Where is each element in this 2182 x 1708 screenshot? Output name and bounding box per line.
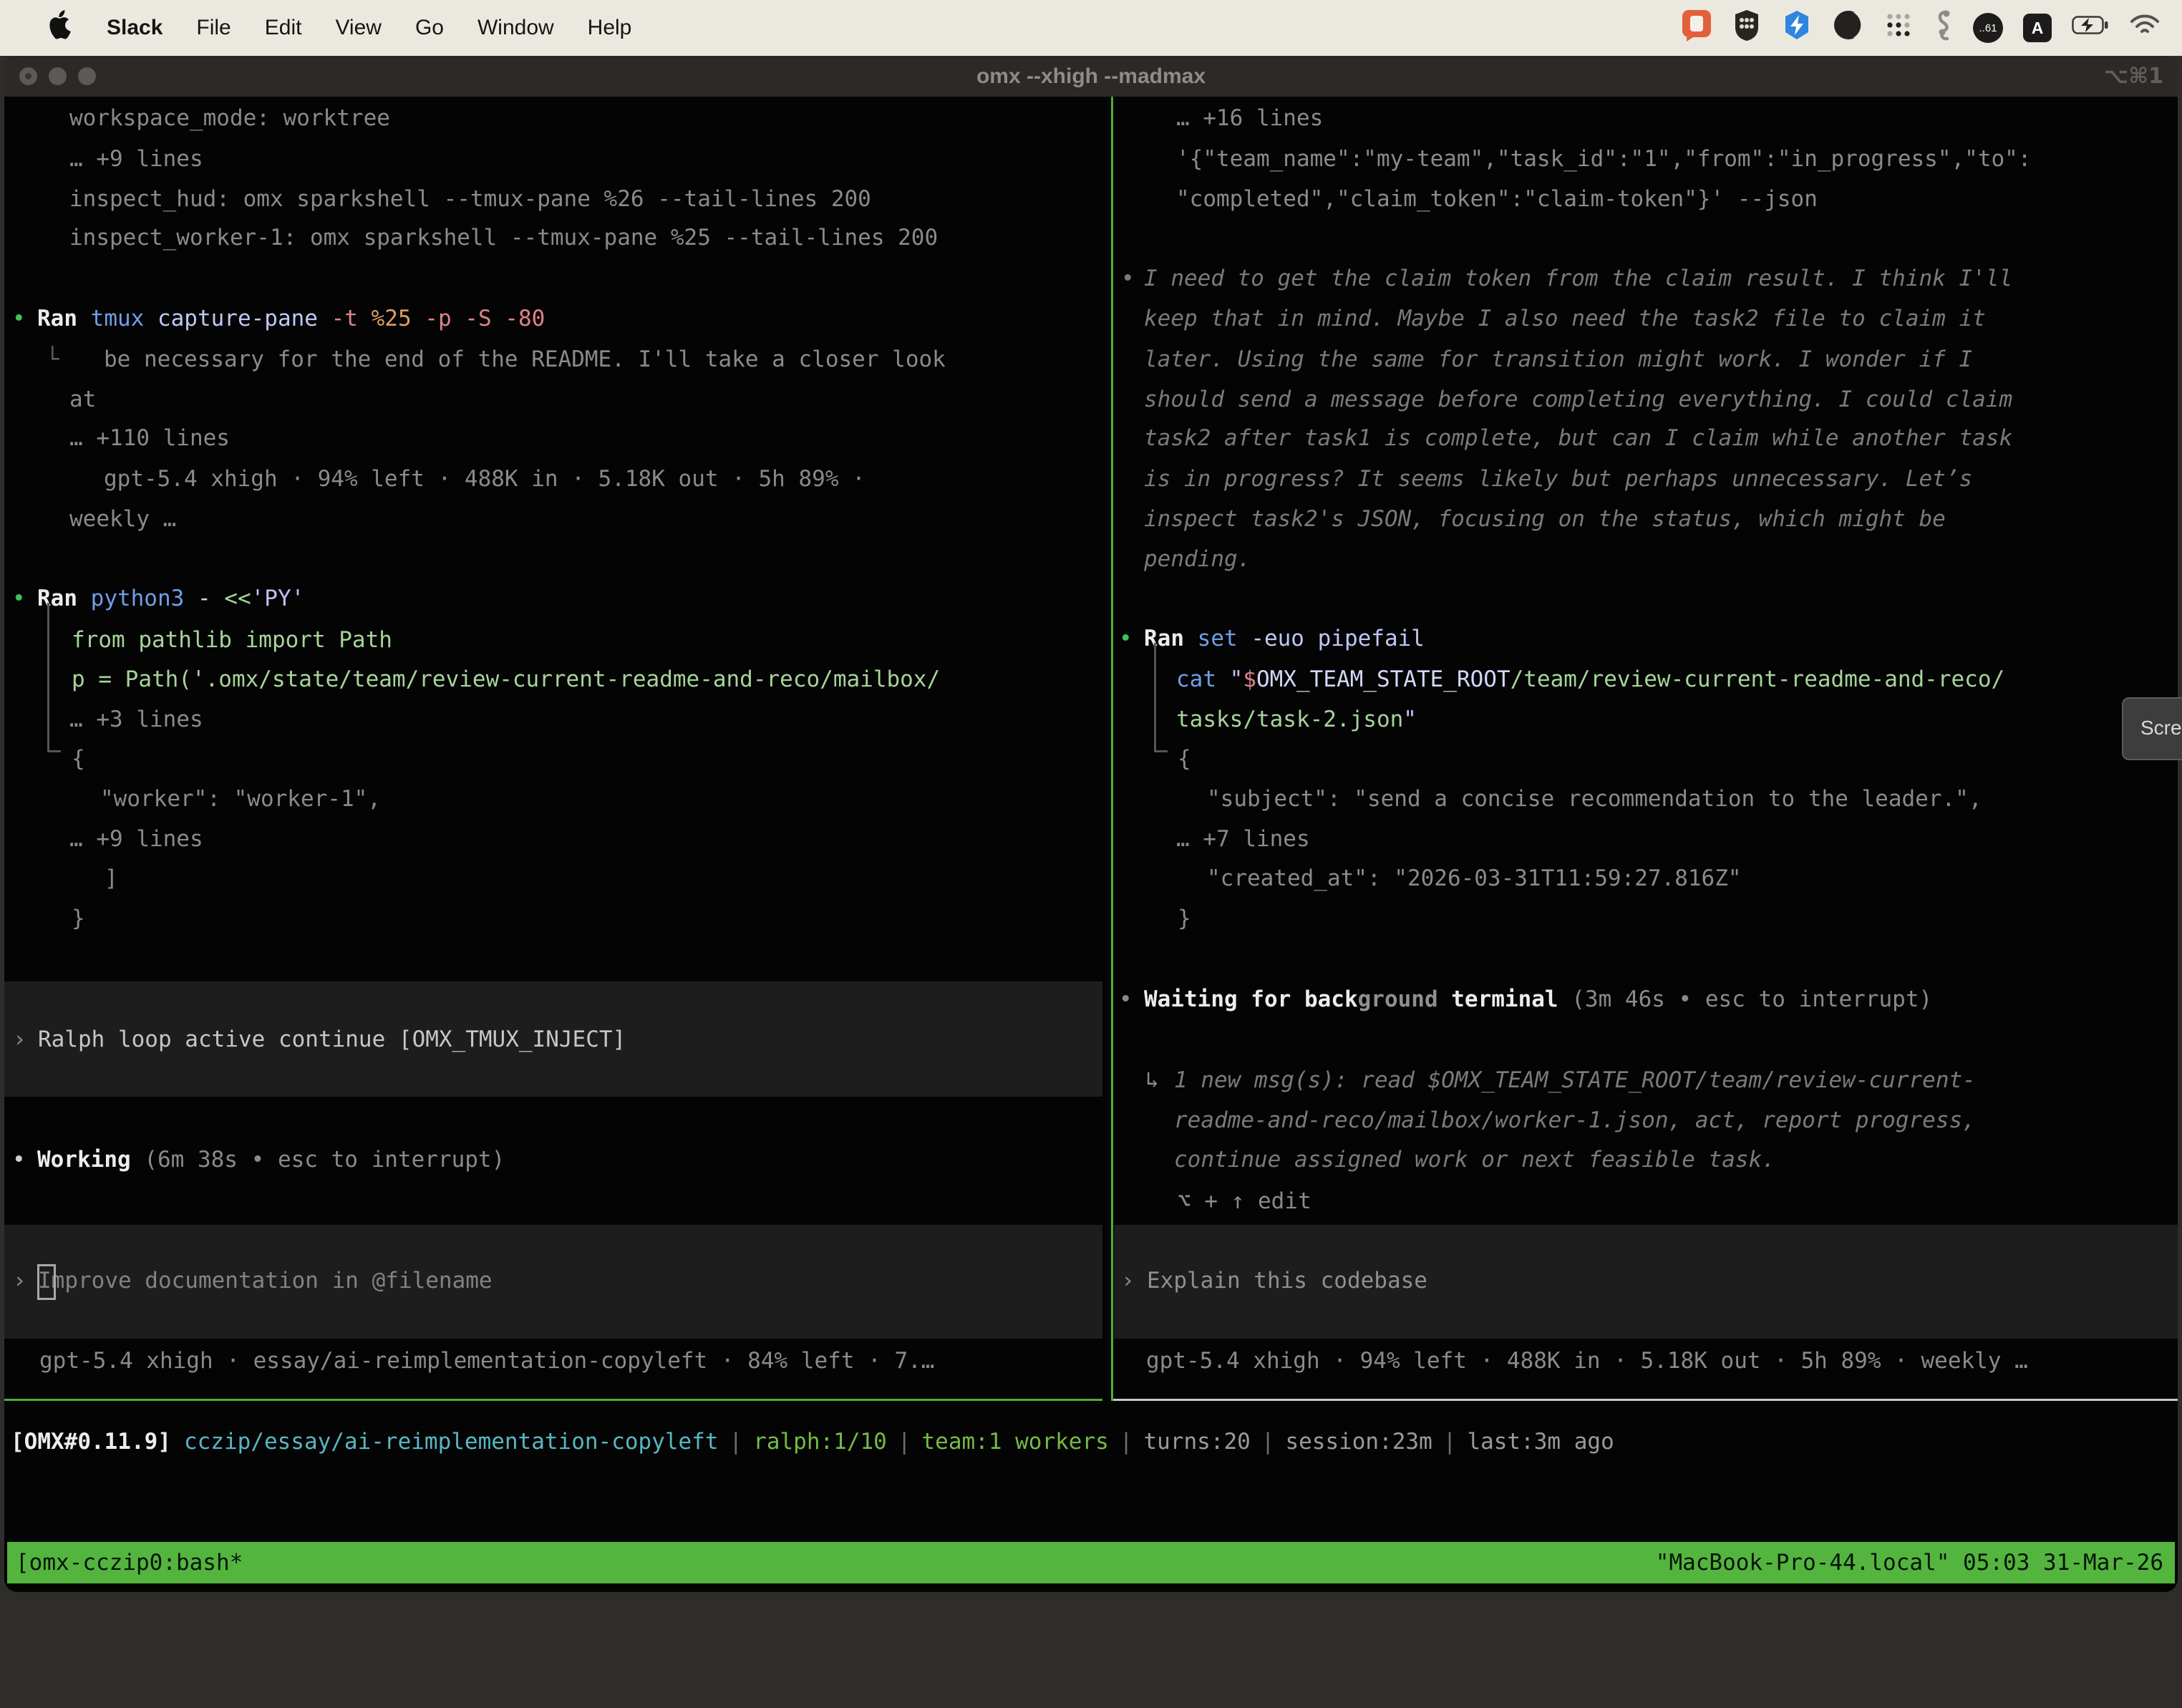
tmux-host-time: "MacBook-Pro-44.local" 05:03 31-Mar-26 xyxy=(1656,1542,2163,1583)
battery-icon[interactable] xyxy=(2072,16,2109,40)
command-line-cat-continued: tasks/task-2.json" xyxy=(1176,699,1417,739)
command-output-line: … +9 lines xyxy=(69,819,203,859)
thinking-line: I need to get the claim token from the c… xyxy=(1144,258,2012,299)
command-output-line: weekly … xyxy=(69,499,176,539)
command-line-python3: Ran python3 - <<'PY' xyxy=(37,578,304,618)
active-app-name[interactable]: Slack xyxy=(107,16,163,40)
menu-item-go[interactable]: Go xyxy=(415,16,444,40)
mailbox-note-line: readme-and-reco/mailbox/worker-1.json, a… xyxy=(1174,1100,1976,1140)
json-output-line: { xyxy=(1178,739,1191,779)
json-output-line: } xyxy=(1178,898,1191,938)
apple-menu-icon[interactable] xyxy=(46,10,73,46)
keyboard-layout-icon[interactable]: A xyxy=(2023,14,2052,42)
mailbox-note-line: 1 new msg(s): read $OMX_TEAM_STATE_ROOT/… xyxy=(1174,1060,1976,1100)
mailbox-note-line: continue assigned work or next feasible … xyxy=(1174,1140,1775,1180)
wifi-icon[interactable] xyxy=(2129,13,2161,43)
text-cursor xyxy=(37,1264,56,1300)
command-output-line: be necessary for the end of the README. … xyxy=(104,339,946,379)
command-output-line: … +3 lines xyxy=(69,699,203,739)
command-output-line: gpt-5.4 xhigh · 94% left · 488K in · 5.1… xyxy=(104,459,865,499)
prompt-chevron-icon: › xyxy=(13,1261,26,1301)
python-code-line: p = Path('.omx/state/team/review-current… xyxy=(72,659,940,699)
terminal-output-line: '{"team_name":"my-team","task_id":"1","f… xyxy=(1176,139,2031,179)
thinking-line: is in progress? It seems likely but perh… xyxy=(1144,459,1972,499)
menu-item-edit[interactable]: Edit xyxy=(265,16,302,40)
terminal-content: workspace_mode: worktree … +9 lines insp… xyxy=(0,0,2182,1598)
terminal-output-line: … +9 lines xyxy=(69,139,203,179)
left-pane-status-line: gpt-5.4 xhigh · essay/ai-reimplementatio… xyxy=(39,1341,934,1381)
screen-tooltip: Scre xyxy=(2122,697,2182,760)
waiting-status: Waiting for background terminal (3m 46s … xyxy=(1144,979,1932,1019)
mailbox-arrow-icon: ↳ xyxy=(1145,1060,1159,1100)
squiggle-icon[interactable] xyxy=(1933,8,1953,48)
tmux-status-bar: [omx-cczip0:bash* "MacBook-Pro-44.local"… xyxy=(7,1542,2175,1583)
omx-status-line: [OMX#0.11.9]cczip/essay/ai-reimplementat… xyxy=(11,1422,1614,1462)
command-output-line: at xyxy=(69,379,96,419)
waiting-bullet: • xyxy=(1119,979,1133,1019)
menu-bar: Slack File Edit View Go Window Help ..61… xyxy=(0,0,2182,56)
output-corner-glyph: └ xyxy=(46,339,59,379)
moon-icon[interactable] xyxy=(1833,9,1864,47)
thinking-bullet: • xyxy=(1121,258,1135,299)
json-output-line: "worker": "worker-1", xyxy=(100,779,381,819)
command-output-line: … +7 lines xyxy=(1176,819,1310,859)
badge-61-count: ..61 xyxy=(1979,22,1997,34)
thinking-line: task2 after task1 is complete, but can I… xyxy=(1144,418,2012,458)
tmux-pane-divider[interactable] xyxy=(1111,97,1113,1401)
output-connector xyxy=(1154,643,1168,752)
thinking-line: pending. xyxy=(1144,539,1251,579)
prompt-placeholder-right: Explain this codebase xyxy=(1147,1261,1427,1301)
thinking-line: keep that in mind. Maybe I also need the… xyxy=(1144,299,1986,339)
json-output-line: ] xyxy=(105,858,118,898)
thinking-line: should send a message before completing … xyxy=(1144,379,2012,419)
thinking-line: later. Using the same for transition mig… xyxy=(1144,339,1972,379)
command-line-tmux-capture: Ran tmux capture-pane -t %25 -p -S -80 xyxy=(37,299,545,339)
app-grid-icon[interactable] xyxy=(1884,11,1913,45)
terminal-output-line: workspace_mode: worktree xyxy=(69,98,390,138)
json-output-line: { xyxy=(72,739,85,779)
right-pane-border xyxy=(1113,1399,2178,1401)
menu-item-help[interactable]: Help xyxy=(588,16,632,40)
badge-61-icon[interactable]: ..61 xyxy=(1973,13,2003,43)
working-bullet: • xyxy=(12,1140,26,1180)
keyboard-layout-letter: A xyxy=(2032,19,2044,38)
python-code-line: from pathlib import Path xyxy=(72,620,392,660)
terminal-output-line: inspect_worker-1: omx sparkshell --tmux-… xyxy=(69,218,938,258)
inject-message: Ralph loop active continue [OMX_TMUX_INJ… xyxy=(38,1019,626,1059)
json-output-line: "created_at": "2026-03-31T11:59:27.816Z" xyxy=(1207,858,1742,898)
working-status: Working (6m 38s • esc to interrupt) xyxy=(37,1140,505,1180)
command-bullet: • xyxy=(12,578,26,618)
output-connector xyxy=(47,603,61,752)
prompt-chevron-icon: › xyxy=(1121,1261,1135,1301)
left-pane-border xyxy=(4,1399,1102,1401)
command-line-set-pipefail: Ran set -euo pipefail xyxy=(1144,618,1425,659)
menu-bar-status-icons: ..61 A xyxy=(1681,8,2182,48)
json-output-line: "subject": "send a concise recommendatio… xyxy=(1207,779,1982,819)
shield-icon[interactable] xyxy=(1732,9,1761,47)
terminal-output-line: inspect_hud: omx sparkshell --tmux-pane … xyxy=(69,179,871,219)
chat-app-icon[interactable] xyxy=(1681,9,1712,48)
edit-shortcut-hint: ⌥ + ↑ edit xyxy=(1178,1181,1311,1221)
json-output-line: } xyxy=(72,898,85,938)
terminal-output-line: "completed","claim_token":"claim-token"}… xyxy=(1176,179,1818,219)
command-bullet: • xyxy=(1119,618,1133,659)
right-pane-status-line: gpt-5.4 xhigh · 94% left · 488K in · 5.1… xyxy=(1146,1341,2028,1381)
command-output-line: … +110 lines xyxy=(69,418,230,458)
menu-item-file[interactable]: File xyxy=(196,16,231,40)
prompt-placeholder-left: Improve documentation in @filename xyxy=(38,1261,493,1301)
terminal-output-line: … +16 lines xyxy=(1176,98,1323,138)
menu-left: Slack File Edit View Go Window Help xyxy=(0,10,631,46)
command-line-cat: cat "$OMX_TEAM_STATE_ROOT/team/review-cu… xyxy=(1176,659,2004,699)
chevron-icon: › xyxy=(13,1019,26,1059)
tmux-session-label: [omx-cczip0:bash* xyxy=(16,1542,243,1583)
command-bullet: • xyxy=(12,299,26,339)
menu-item-view[interactable]: View xyxy=(335,16,381,40)
thinking-line: inspect task2's JSON, focusing on the st… xyxy=(1144,499,1946,539)
menu-item-window[interactable]: Window xyxy=(477,16,554,40)
bolt-hexagon-icon[interactable] xyxy=(1781,9,1813,47)
